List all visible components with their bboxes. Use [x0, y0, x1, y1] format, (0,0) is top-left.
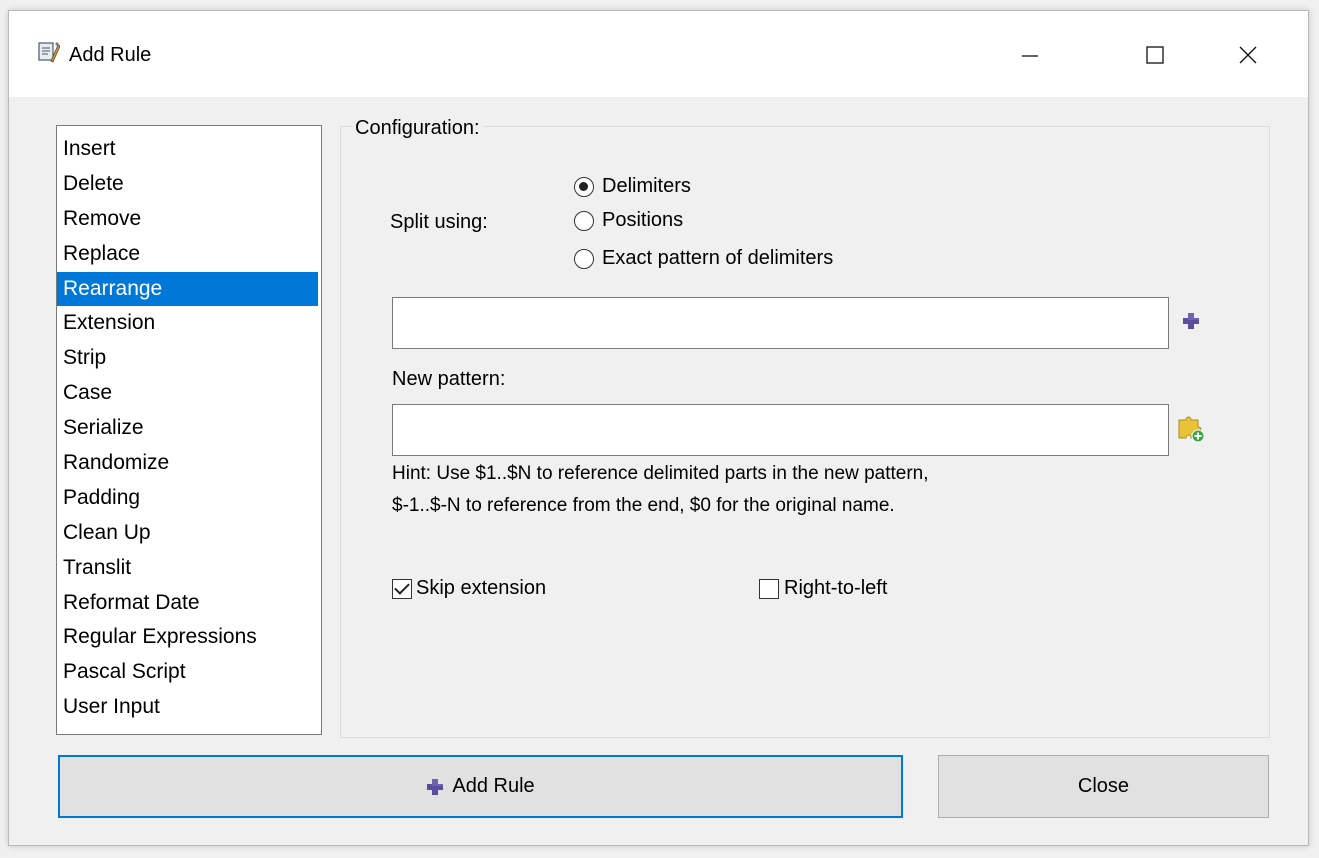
rule-item-translit[interactable]: Translit [57, 551, 318, 586]
rule-item-reformat-date[interactable]: Reformat Date [57, 586, 318, 621]
rule-item-strip[interactable]: Strip [57, 341, 318, 376]
rule-item-insert[interactable]: Insert [57, 132, 318, 167]
radio-delimiters[interactable] [574, 177, 594, 197]
close-button-label: Close [1077, 775, 1130, 797]
minimize-button[interactable] [1010, 37, 1050, 77]
rule-item-replace[interactable]: Replace [57, 237, 318, 272]
rule-item-regular-expressions[interactable]: Regular Expressions [57, 620, 318, 655]
skip-extension-checkbox[interactable] [392, 579, 412, 599]
rule-item-user-input[interactable]: User Input [57, 690, 318, 725]
rule-wizard-icon [38, 41, 61, 63]
radio-delimiters-label[interactable]: Delimiters [602, 175, 691, 198]
hint-line-2: $-1..$-N to reference from the end, $0 f… [392, 495, 895, 516]
maximize-button[interactable] [1135, 37, 1175, 77]
rule-item-serialize[interactable]: Serialize [57, 411, 318, 446]
rule-type-list[interactable]: Insert Delete Remove Replace Rearrange Extens… [56, 125, 322, 735]
split-using-label: Split using: [390, 211, 488, 233]
rule-item-padding[interactable]: Padding [57, 481, 318, 516]
add-rule-dialog: Add Rule Insert Delete Remove Replace Rearra… [8, 10, 1309, 846]
rule-item-remove[interactable]: Remove [57, 202, 318, 237]
close-window-button[interactable] [1228, 37, 1268, 77]
radio-positions-label[interactable]: Positions [602, 209, 683, 232]
configuration-label: Configuration: [352, 117, 483, 140]
rule-item-extension[interactable]: Extension [57, 306, 318, 341]
plus-icon[interactable] [1182, 312, 1200, 335]
new-pattern-label: New pattern: [392, 368, 506, 390]
puzzle-add-icon[interactable] [1176, 414, 1206, 449]
rule-item-clean-up[interactable]: Clean Up [57, 516, 318, 551]
delimiters-input[interactable] [392, 297, 1169, 349]
add-rule-button-label: Add Rule [452, 775, 535, 797]
add-rule-button[interactable]: Add Rule [58, 755, 903, 818]
radio-exact-pattern[interactable] [574, 249, 594, 269]
rule-item-rearrange[interactable]: Rearrange [57, 271, 318, 307]
right-to-left-label[interactable]: Right-to-left [784, 577, 887, 600]
rule-item-delete[interactable]: Delete [57, 167, 318, 202]
rule-item-pascal-script[interactable]: Pascal Script [57, 655, 318, 690]
hint-line-1: Hint: Use $1..$N to reference delimited … [392, 463, 929, 484]
maximize-icon [1145, 45, 1165, 70]
close-button[interactable]: Close [938, 755, 1269, 818]
radio-exact-pattern-label[interactable]: Exact pattern of delimiters [602, 247, 833, 270]
close-icon [1238, 45, 1258, 70]
title-bar[interactable]: Add Rule [9, 11, 1308, 97]
window-title: Add Rule [69, 44, 152, 66]
minimize-icon [1020, 45, 1040, 70]
rule-item-case[interactable]: Case [57, 376, 318, 411]
skip-extension-label[interactable]: Skip extension [416, 577, 546, 600]
rule-item-randomize[interactable]: Randomize [57, 446, 318, 481]
plus-icon [426, 778, 444, 796]
right-to-left-checkbox[interactable] [759, 579, 779, 599]
radio-positions[interactable] [574, 211, 594, 231]
new-pattern-input[interactable] [392, 404, 1169, 456]
